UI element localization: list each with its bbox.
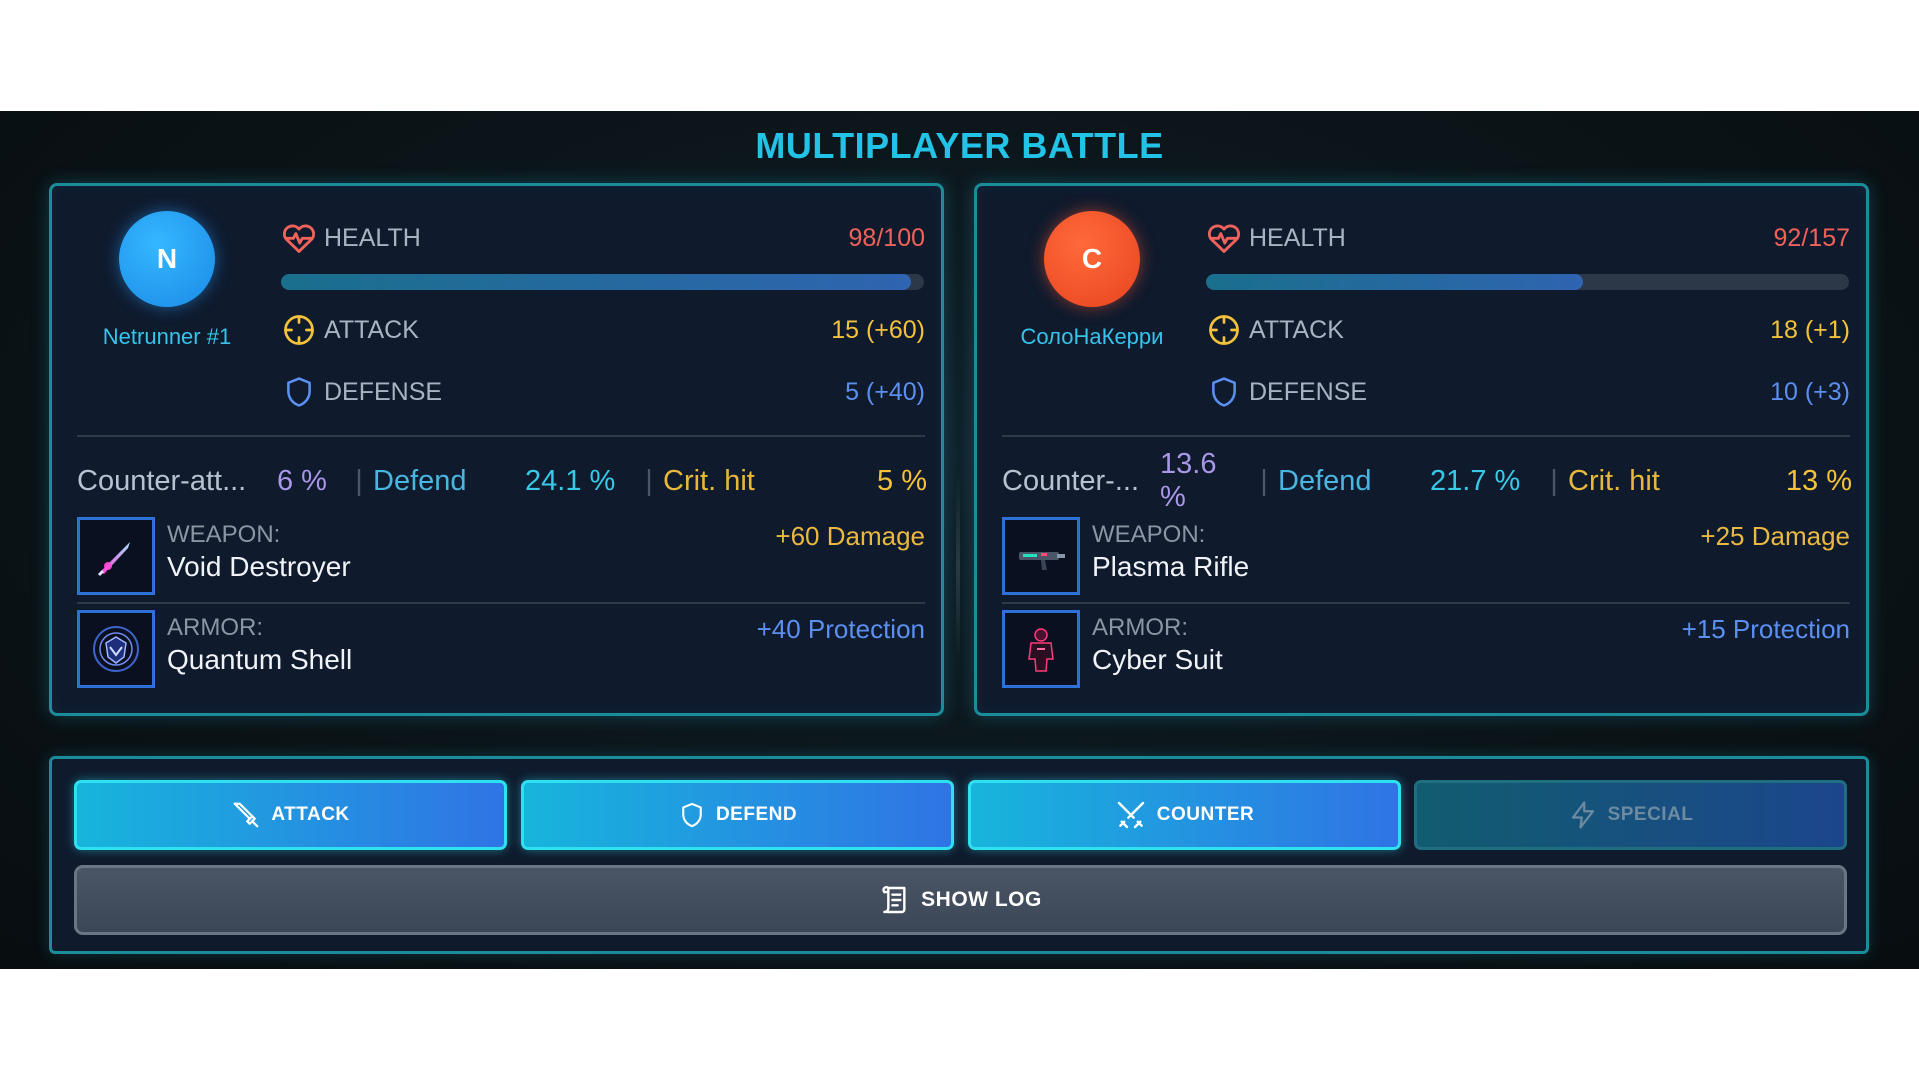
cards-separator xyxy=(956,471,960,661)
lightning-icon xyxy=(1571,801,1594,829)
weapon-slot[interactable]: WEAPON: Plasma Rifle +25 Damage xyxy=(1002,517,1850,597)
health-bar-fill xyxy=(281,274,912,290)
combat-stats: Counter-att... 6 % | Defend 24.1 % | Cri… xyxy=(77,459,927,503)
weapon-label: WEAPON: xyxy=(1092,521,1206,548)
player-name: СолоНаКерри xyxy=(1020,324,1164,349)
health-bar-fill xyxy=(1206,274,1583,290)
crosshair-icon xyxy=(280,311,318,349)
counter-label: Counter-... xyxy=(1002,464,1139,497)
defense-row: DEFENSE 5 (+40) xyxy=(280,372,925,412)
armor-label: ARMOR: xyxy=(167,614,263,641)
special-button-label: SPECIAL xyxy=(1607,804,1694,825)
health-bar xyxy=(281,274,924,290)
divider xyxy=(1002,435,1850,437)
defense-row: DEFENSE 10 (+3) xyxy=(1205,372,1850,412)
attack-value: 18 (+1) xyxy=(1770,315,1850,344)
separator: | xyxy=(1550,464,1558,497)
shield-icon xyxy=(682,802,702,828)
weapon-thumbnail[interactable] xyxy=(1002,517,1080,595)
weapon-slot[interactable]: WEAPON: Void Destroyer +60 Damage xyxy=(77,517,925,597)
armor-slot[interactable]: ARMOR: Quantum Shell +40 Protection xyxy=(77,610,925,690)
health-label: HEALTH xyxy=(324,223,421,252)
attack-button-label: ATTACK xyxy=(271,804,350,825)
heart-pulse-icon xyxy=(280,219,318,257)
combat-stats: Counter-... 13.6 % | Defend 21.7 % | Cri… xyxy=(1002,448,1852,513)
health-bar xyxy=(1206,274,1849,290)
crit-value: 5 % xyxy=(877,464,927,497)
weapon-bonus: +60 Damage xyxy=(775,521,925,551)
shield-icon xyxy=(280,373,318,411)
armor-name: Quantum Shell xyxy=(167,644,353,675)
player-card-2: C СолоНаКерри HEALTH 92/157 ATTACK 18 (+… xyxy=(974,183,1869,716)
sword-icon xyxy=(233,802,259,828)
attack-button[interactable]: ATTACK xyxy=(74,780,507,850)
crit-value: 13 % xyxy=(1785,464,1852,497)
attack-row: ATTACK 15 (+60) xyxy=(280,310,925,350)
health-label: HEALTH xyxy=(1249,223,1346,252)
crossed-swords-icon xyxy=(1117,801,1144,829)
armor-label: ARMOR: xyxy=(1092,614,1188,641)
special-button[interactable]: SPECIAL xyxy=(1414,780,1847,850)
shield-icon xyxy=(1205,373,1243,411)
divider xyxy=(77,435,925,437)
defend-button[interactable]: DEFEND xyxy=(521,780,954,850)
separator: | xyxy=(645,464,653,497)
defense-label: DEFENSE xyxy=(324,377,443,406)
page-title: MULTIPLAYER BATTLE xyxy=(755,125,1164,166)
armor-thumbnail[interactable] xyxy=(77,610,155,688)
attack-value: 15 (+60) xyxy=(831,315,925,344)
armor-slot[interactable]: ARMOR: Cyber Suit +15 Protection xyxy=(1002,610,1850,690)
armor-name: Cyber Suit xyxy=(1092,644,1223,675)
divider xyxy=(1002,602,1850,604)
armor-bonus: +15 Protection xyxy=(1681,614,1850,644)
defend-label: Defend xyxy=(373,464,467,497)
show-log-label: SHOW LOG xyxy=(921,888,1042,911)
counter-button[interactable]: COUNTER xyxy=(968,780,1401,850)
counter-button-label: COUNTER xyxy=(1156,804,1255,825)
defense-label: DEFENSE xyxy=(1249,377,1368,406)
battle-screen: MULTIPLAYER BATTLE N Netrunner #1 HEALTH… xyxy=(0,111,1919,969)
health-value: 98/100 xyxy=(848,223,925,252)
dagger-icon xyxy=(98,542,130,576)
defense-value: 10 (+3) xyxy=(1770,377,1850,406)
counter-value: 6 % xyxy=(277,464,327,497)
avatar: C xyxy=(1044,211,1140,307)
attack-row: ATTACK 18 (+1) xyxy=(1205,310,1850,350)
health-row: HEALTH 92/157 xyxy=(1205,218,1850,258)
health-value: 92/157 xyxy=(1773,223,1850,252)
counter-value: 13.6 % xyxy=(1160,448,1217,513)
cyber-suit-icon xyxy=(1028,628,1054,672)
defend-button-label: DEFEND xyxy=(715,804,798,825)
defend-value: 21.7 % xyxy=(1430,464,1521,497)
weapon-thumbnail[interactable] xyxy=(77,517,155,595)
crosshair-icon xyxy=(1205,311,1243,349)
player-card-1: N Netrunner #1 HEALTH 98/100 ATTACK 15 (… xyxy=(49,183,944,716)
separator: | xyxy=(1260,464,1268,497)
weapon-label: WEAPON: xyxy=(167,521,281,548)
weapon-name: Plasma Rifle xyxy=(1092,551,1250,582)
attack-label: ATTACK xyxy=(1249,315,1344,344)
crit-label: Crit. hit xyxy=(1568,464,1660,497)
defend-value: 24.1 % xyxy=(525,464,616,497)
counter-label: Counter-att... xyxy=(77,464,247,497)
avatar: N xyxy=(119,211,215,307)
weapon-bonus: +25 Damage xyxy=(1700,521,1850,551)
divider xyxy=(77,602,925,604)
health-row: HEALTH 98/100 xyxy=(280,218,925,258)
show-log-button[interactable]: SHOW LOG xyxy=(74,865,1847,935)
attack-label: ATTACK xyxy=(324,315,419,344)
quantum-shell-icon xyxy=(93,626,139,672)
defense-value: 5 (+40) xyxy=(845,377,925,406)
heart-pulse-icon xyxy=(1205,219,1243,257)
action-panel: ATTACK DEFEND COUNTER SPECIAL SHOW LOG xyxy=(49,756,1869,954)
armor-bonus: +40 Protection xyxy=(756,614,925,644)
player-name: Netrunner #1 xyxy=(102,324,232,349)
defend-label: Defend xyxy=(1278,464,1372,497)
separator: | xyxy=(355,464,363,497)
armor-thumbnail[interactable] xyxy=(1002,610,1080,688)
scroll-icon xyxy=(882,885,906,914)
weapon-name: Void Destroyer xyxy=(167,551,351,582)
plasma-rifle-icon xyxy=(1019,552,1065,570)
crit-label: Crit. hit xyxy=(663,464,755,497)
